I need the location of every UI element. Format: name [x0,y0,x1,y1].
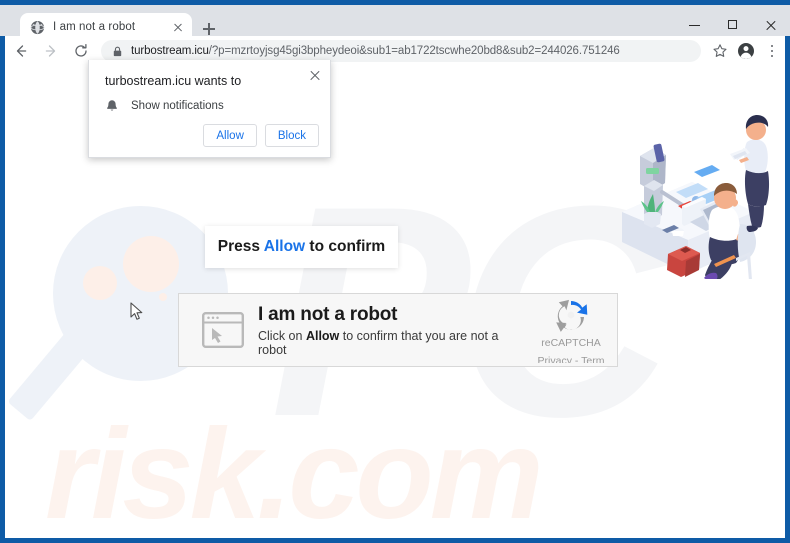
bell-icon [105,99,119,113]
address-bar[interactable]: turbostream.icu/?p=mzrtoyjsg45gi3bpheyde… [101,40,701,62]
office-robot-workers-illustration [604,94,779,283]
captcha-text-block: I am not a robot Click on Allow to confi… [258,303,525,358]
tab-title: I am not a robot [53,21,136,33]
press-allow-banner-text: Press Allow to confirm [218,238,385,256]
close-tab-icon[interactable] [170,19,186,35]
recaptcha-branding: reCAPTCHA Privacy - Term [525,297,617,363]
permission-option-label: Show notifications [131,100,224,112]
back-arrow-icon[interactable] [7,37,35,65]
watermark-risk-text: risk.com [45,403,543,539]
title-bar: I am not a robot [0,0,790,41]
mouse-pointer [130,302,144,322]
banner-highlight: Allow [263,238,306,255]
browser-window-cursor-icon [202,312,244,348]
url-path: /?p=mzrtoyjsg45gi3bpheydeoi&sub1=ab1722t… [208,45,620,57]
press-allow-banner: Press Allow to confirm [205,226,398,268]
account-avatar-icon[interactable] [733,38,759,64]
recaptcha-logo-icon [525,297,617,333]
allow-button[interactable]: Allow [203,124,257,147]
url-host: turbostream.icu [131,45,209,57]
browser-window-screenshot: I am not a robot turbostream.icu/?p=mzrt… [0,0,790,543]
address-bar-url: turbostream.icu/?p=mzrtoyjsg45gi3bpheyde… [131,45,620,57]
block-button[interactable]: Block [264,124,319,147]
globe-icon [30,20,45,35]
permission-option-row: Show notifications [105,99,224,113]
captcha-subtitle: Click on Allow to confirm that you are n… [258,329,525,357]
banner-prefix: Press [217,238,264,255]
close-icon[interactable] [308,68,322,82]
captcha-subtitle-bold: Allow [305,329,340,344]
permission-buttons: Allow Block [203,124,319,147]
forward-arrow-icon [37,37,65,65]
decorative-blob [159,293,167,301]
star-icon[interactable] [707,38,733,64]
decorative-blob [138,273,150,285]
captcha-title: I am not a robot [258,303,398,325]
recaptcha-privacy-terms-links[interactable]: Privacy - Term [538,355,605,363]
fake-captcha-box[interactable]: I am not a robot Click on Allow to confi… [178,293,618,367]
banner-suffix: to confirm [305,238,386,255]
recaptcha-brand-name: reCAPTCHA [541,337,601,349]
decorative-blob [123,236,179,292]
permission-popup-title: turbostream.icu wants to [105,74,242,88]
captcha-subtitle-prefix: Click on [258,329,306,344]
notification-permission-popup: turbostream.icu wants to Show notificati… [88,60,331,158]
three-dot-menu-icon[interactable] [759,38,785,64]
lock-icon [111,45,124,58]
decorative-blob [83,266,117,300]
